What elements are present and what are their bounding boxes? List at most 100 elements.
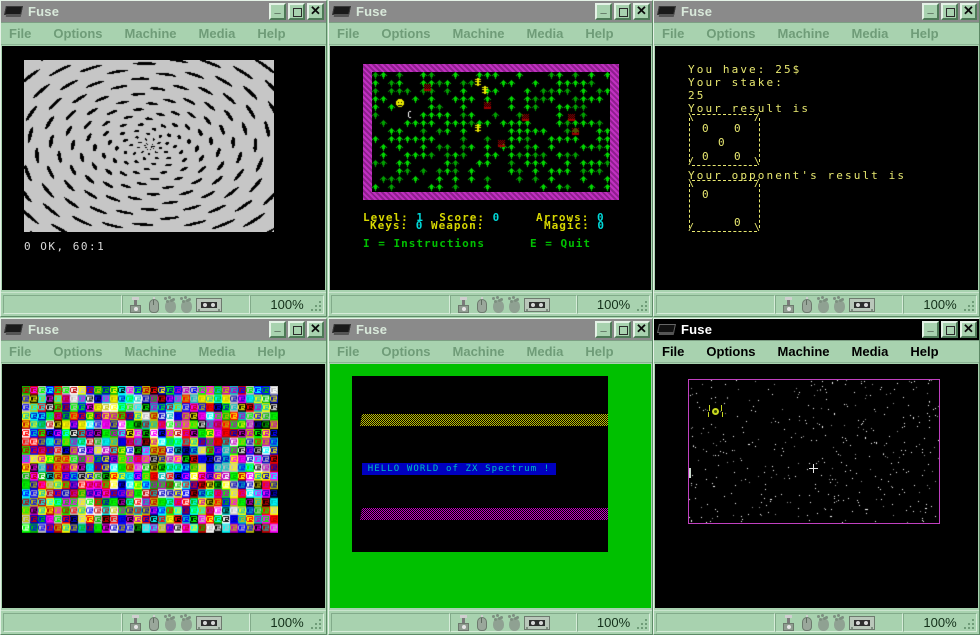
mouse-body [149, 299, 159, 313]
emulator-screen[interactable]: 0 OK, 60:1 [2, 46, 325, 290]
menu-item-help[interactable]: Help [585, 341, 613, 363]
menu-item-help[interactable]: Help [585, 23, 613, 45]
menu-item-machine[interactable]: Machine [453, 341, 505, 363]
close-button[interactable]: ✕ [960, 3, 977, 20]
minimize-button[interactable]: _ [269, 3, 286, 20]
maximize-button[interactable] [941, 3, 958, 20]
maximize-button[interactable] [614, 321, 631, 338]
monitor-base [659, 14, 675, 17]
minimize-button[interactable]: _ [269, 321, 286, 338]
dice-text-line: You have: 25$ [688, 63, 810, 76]
joystick-button [462, 625, 466, 629]
menu-item-file[interactable]: File [662, 341, 684, 363]
minimize-button[interactable]: _ [922, 3, 939, 20]
dice-corner: \ [688, 180, 694, 188]
tape-hub-right [539, 621, 543, 625]
resize-grip[interactable] [310, 300, 322, 312]
status-bar: 100% [654, 610, 979, 634]
menu-item-media[interactable]: Media [199, 23, 236, 45]
title-bar[interactable]: Fuse_✕ [1, 1, 326, 23]
mouse-icon [474, 297, 489, 313]
title-bar[interactable]: Fuse_✕ [329, 1, 652, 23]
tape-screw-right [871, 627, 873, 629]
title-bar[interactable]: Fuse_✕ [1, 319, 326, 341]
close-button[interactable]: ✕ [960, 321, 977, 338]
menu-item-file[interactable]: File [337, 23, 359, 45]
window-controls: _✕ [922, 3, 977, 20]
emulator-screen[interactable] [655, 364, 978, 608]
menu-item-help[interactable]: Help [257, 341, 285, 363]
menu-item-help[interactable]: Help [257, 23, 285, 45]
menu-item-media[interactable]: Media [852, 23, 889, 45]
menu-item-media[interactable]: Media [199, 341, 236, 363]
spider-leg [722, 412, 723, 417]
menu-item-options[interactable]: Options [706, 341, 755, 363]
menu-item-options[interactable]: Options [381, 341, 430, 363]
close-button[interactable]: ✕ [633, 321, 650, 338]
crosshair-cursor[interactable] [809, 464, 818, 473]
maximize-button[interactable] [288, 3, 305, 20]
hud-field [408, 219, 416, 232]
minimize-button[interactable]: _ [595, 3, 612, 20]
emulator-screen[interactable]: You have: 25$Your stake:25Your result is… [655, 46, 978, 290]
menu-item-options[interactable]: Options [53, 341, 102, 363]
resize-grip[interactable] [636, 300, 648, 312]
close-button[interactable]: ✕ [307, 321, 324, 338]
fuse-window-win-starfield: Fuse_✕FileOptionsMachineMediaHelp100% [653, 318, 980, 635]
resize-grip[interactable] [310, 618, 322, 630]
menu-item-file[interactable]: File [9, 341, 31, 363]
emulator-screen[interactable]: HELLO WORLD of ZX Spectrum ! [330, 364, 651, 608]
dice-pip: 0 [718, 136, 725, 149]
maximize-button[interactable] [941, 321, 958, 338]
menu-item-file[interactable]: File [9, 23, 31, 45]
spectrum-display: HELLO WORLD of ZX Spectrum ! [330, 364, 651, 608]
tape-hub-left [203, 621, 207, 625]
zoom-level-label: 100% [597, 615, 630, 630]
left-edge-marker [689, 468, 691, 478]
joystick-icon [781, 615, 796, 631]
zoom-indicator: 100% [577, 295, 650, 314]
spider-leg [709, 405, 710, 411]
minimize-button[interactable]: _ [922, 321, 939, 338]
resize-grip[interactable] [963, 618, 975, 630]
title-bar[interactable]: Fuse_✕ [654, 1, 979, 23]
dice-pip: 0 [702, 150, 709, 163]
close-button[interactable]: ✕ [633, 3, 650, 20]
status-blank-pane [331, 613, 450, 632]
status-bar: 100% [654, 292, 979, 316]
minimize-button[interactable]: _ [595, 321, 612, 338]
menu-item-media[interactable]: Media [527, 341, 564, 363]
opponent-dice: \/\/00 [688, 180, 761, 232]
menu-item-media[interactable]: Media [852, 341, 889, 363]
close-button[interactable]: ✕ [307, 3, 324, 20]
emulator-screen[interactable]: Level: 1 Score: 0Arrows: 0Keys: 0 Weapon… [330, 46, 651, 290]
maximize-button-glyph [616, 5, 629, 18]
title-bar[interactable]: Fuse_✕ [654, 319, 979, 341]
fuse-window-win-colorgrid: Fuse_✕FileOptionsMachineMediaHelp100% [0, 318, 327, 635]
window-controls: _✕ [269, 3, 324, 20]
menu-item-options[interactable]: Options [381, 23, 430, 45]
menu-item-machine[interactable]: Machine [125, 23, 177, 45]
menu-item-media[interactable]: Media [527, 23, 564, 45]
resize-grip[interactable] [963, 300, 975, 312]
menu-item-machine[interactable]: Machine [125, 341, 177, 363]
title-bar[interactable]: Fuse_✕ [329, 319, 652, 341]
minimize-button-glyph: _ [597, 5, 610, 18]
emulator-screen[interactable] [2, 364, 325, 608]
menu-item-options[interactable]: Options [53, 23, 102, 45]
mouse-button-split [806, 618, 807, 623]
joystick-knob [460, 297, 467, 300]
dice-corner: / [688, 158, 694, 166]
maximize-button[interactable] [614, 3, 631, 20]
menu-item-machine[interactable]: Machine [778, 341, 830, 363]
maximize-button[interactable] [288, 321, 305, 338]
menu-item-machine[interactable]: Machine [778, 23, 830, 45]
menu-item-file[interactable]: File [662, 23, 684, 45]
menu-item-help[interactable]: Help [910, 341, 938, 363]
menu-item-machine[interactable]: Machine [453, 23, 505, 45]
resize-grip[interactable] [636, 618, 648, 630]
menu-item-help[interactable]: Help [910, 23, 938, 45]
menu-item-file[interactable]: File [337, 341, 359, 363]
spider-leg [708, 412, 709, 417]
menu-item-options[interactable]: Options [706, 23, 755, 45]
